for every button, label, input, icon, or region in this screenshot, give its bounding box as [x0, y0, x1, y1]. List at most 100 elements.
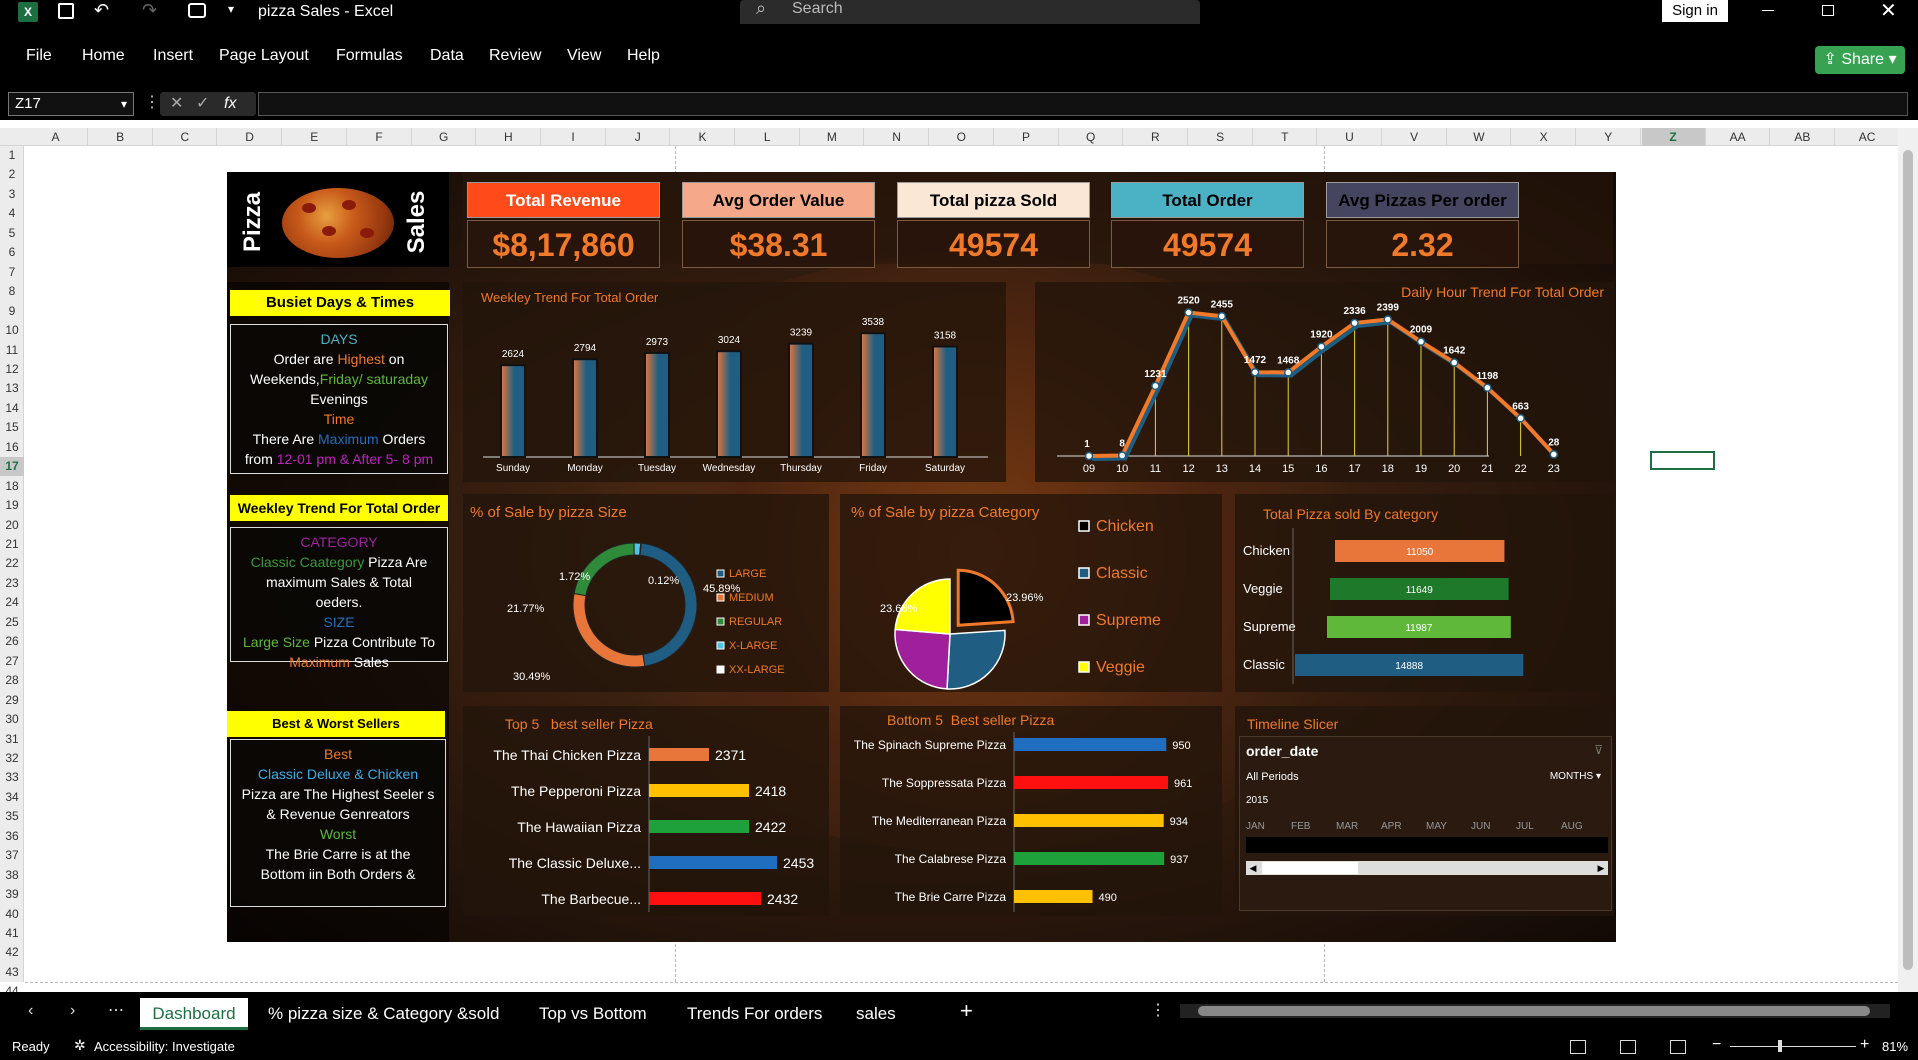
menu-view[interactable]: View: [567, 47, 601, 65]
cancel-icon[interactable]: ✕: [170, 92, 183, 116]
column-header[interactable]: X: [1512, 128, 1577, 146]
column-header[interactable]: W: [1447, 128, 1512, 146]
menu-file[interactable]: File: [26, 47, 52, 65]
column-header[interactable]: D: [218, 128, 283, 146]
column-header[interactable]: J: [606, 128, 671, 146]
row-header[interactable]: 33: [0, 768, 24, 787]
scroll-left-icon[interactable]: ◀: [1246, 861, 1260, 875]
row-header[interactable]: 5: [0, 224, 24, 243]
scroll-right-icon[interactable]: ▶: [1594, 861, 1608, 875]
column-header[interactable]: B: [89, 128, 153, 146]
tab-dashboard[interactable]: Dashboard: [140, 998, 248, 1030]
row-header[interactable]: 6: [0, 243, 24, 262]
scroll-thumb[interactable]: [1903, 150, 1913, 970]
more-sheets-icon[interactable]: ⋯: [108, 1000, 124, 1020]
share-button[interactable]: ⇪ Share ▾: [1815, 46, 1905, 74]
row-header[interactable]: 3: [0, 185, 24, 204]
timeline-month[interactable]: JUL: [1516, 821, 1534, 832]
timeline-month[interactable]: APR: [1381, 821, 1402, 832]
vertical-scrollbar[interactable]: [1898, 128, 1918, 992]
normal-view-icon[interactable]: [1570, 1040, 1586, 1054]
row-header[interactable]: 25: [0, 613, 24, 632]
timeline-scrollbar[interactable]: ◀ ▶: [1246, 861, 1608, 875]
row-header[interactable]: 18: [0, 477, 24, 496]
menu-insert[interactable]: Insert: [153, 47, 193, 65]
horizontal-scrollbar[interactable]: [1180, 1004, 1890, 1018]
row-header[interactable]: 36: [0, 827, 24, 846]
column-header[interactable]: H: [477, 128, 541, 146]
row-header[interactable]: 23: [0, 574, 24, 593]
accessibility-icon[interactable]: ✲: [74, 1037, 86, 1054]
row-header[interactable]: 24: [0, 593, 24, 612]
row-header[interactable]: 43: [0, 963, 24, 982]
tab-size-category[interactable]: % pizza size & Category &sold: [268, 998, 500, 1030]
scroll-thumb[interactable]: [1198, 1006, 1870, 1016]
row-header[interactable]: 19: [0, 496, 24, 515]
row-header[interactable]: 35: [0, 807, 24, 826]
column-header[interactable]: K: [671, 128, 735, 146]
camera-icon[interactable]: [188, 3, 206, 18]
close-icon[interactable]: ✕: [1880, 0, 1897, 23]
insert-function-button[interactable]: fx: [224, 92, 236, 116]
row-header[interactable]: 7: [0, 263, 24, 282]
selected-cell[interactable]: [1650, 451, 1715, 470]
column-header[interactable]: L: [736, 128, 800, 146]
page-layout-view-icon[interactable]: [1620, 1040, 1636, 1054]
menu-data[interactable]: Data: [430, 47, 464, 65]
row-header[interactable]: 13: [0, 379, 24, 398]
row-header[interactable]: 27: [0, 652, 24, 671]
column-header[interactable]: R: [1124, 128, 1188, 146]
column-header[interactable]: E: [283, 128, 347, 146]
prev-sheet-icon[interactable]: ‹: [28, 1002, 33, 1020]
row-header[interactable]: 10: [0, 321, 24, 340]
row-header[interactable]: 31: [0, 730, 24, 749]
row-header[interactable]: 4: [0, 204, 24, 223]
timeline-month[interactable]: AUG: [1561, 821, 1583, 832]
column-header[interactable]: N: [865, 128, 930, 146]
zoom-out-icon[interactable]: −: [1712, 1036, 1721, 1054]
column-header[interactable]: C: [153, 128, 218, 146]
add-sheet-icon[interactable]: +: [960, 998, 973, 1024]
timeline-month[interactable]: JAN: [1246, 821, 1265, 832]
column-header[interactable]: F: [348, 128, 412, 146]
accessibility-status[interactable]: Accessibility: Investigate: [94, 1039, 235, 1054]
row-header[interactable]: 37: [0, 846, 24, 865]
row-header[interactable]: 30: [0, 710, 24, 729]
column-header[interactable]: G: [412, 128, 477, 146]
row-header[interactable]: 9: [0, 302, 24, 321]
timeline-month[interactable]: JUN: [1471, 821, 1490, 832]
row-header[interactable]: 29: [0, 691, 24, 710]
row-header[interactable]: 38: [0, 866, 24, 885]
timeline-unit-dropdown[interactable]: MONTHS ▾: [1550, 771, 1601, 782]
zoom-thumb[interactable]: [1778, 1040, 1782, 1052]
zoom-in-icon[interactable]: +: [1860, 1036, 1869, 1054]
timeline-month[interactable]: MAR: [1336, 821, 1358, 832]
menu-review[interactable]: Review: [489, 47, 541, 65]
tab-top-vs-bottom[interactable]: Top vs Bottom: [539, 998, 647, 1030]
row-header[interactable]: 16: [0, 438, 24, 457]
column-header[interactable]: I: [542, 128, 606, 146]
page-break-view-icon[interactable]: [1670, 1040, 1686, 1054]
row-header[interactable]: 12: [0, 360, 24, 379]
column-header[interactable]: Y: [1577, 128, 1641, 146]
enter-icon[interactable]: ✓: [196, 92, 209, 116]
column-header[interactable]: AB: [1771, 128, 1835, 146]
column-header[interactable]: O: [930, 128, 994, 146]
row-header[interactable]: 39: [0, 885, 24, 904]
row-header[interactable]: 17: [0, 457, 24, 477]
redo-icon[interactable]: ↷: [142, 0, 157, 21]
menu-help[interactable]: Help: [627, 47, 660, 65]
row-header[interactable]: 40: [0, 905, 24, 924]
row-header[interactable]: 21: [0, 535, 24, 554]
zoom-level[interactable]: 81%: [1882, 1039, 1908, 1054]
column-header[interactable]: P: [995, 128, 1059, 146]
row-header[interactable]: 2: [0, 165, 24, 184]
timeline-slicer[interactable]: order_date ⊽ All Periods MONTHS ▾ 2015 J…: [1239, 736, 1612, 911]
column-header[interactable]: S: [1189, 128, 1253, 146]
restore-icon[interactable]: [1822, 5, 1834, 16]
sign-in-button[interactable]: Sign in: [1662, 0, 1728, 22]
zoom-slider[interactable]: [1730, 1040, 1856, 1052]
column-header[interactable]: Z: [1641, 128, 1706, 146]
column-header[interactable]: AC: [1836, 128, 1900, 146]
column-header[interactable]: U: [1318, 128, 1382, 146]
